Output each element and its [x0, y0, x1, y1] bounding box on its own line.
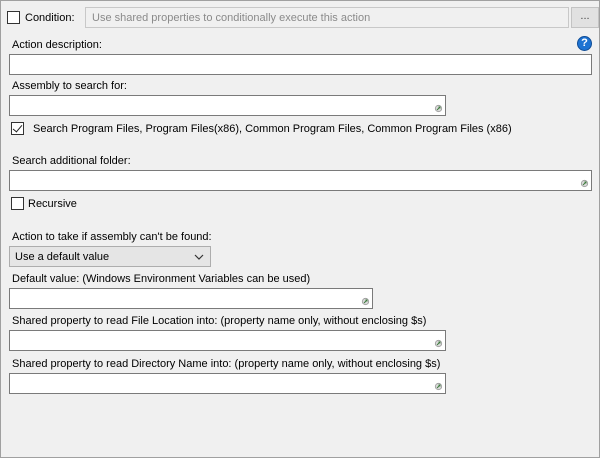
assembly-label: Assembly to search for: [12, 80, 127, 92]
recursive-checkbox[interactable] [11, 197, 24, 210]
action-properties-panel: Condition: Use shared properties to cond… [0, 0, 600, 458]
condition-placeholder: Use shared properties to conditionally e… [92, 12, 371, 24]
condition-input[interactable]: Use shared properties to conditionally e… [85, 7, 569, 28]
help-icon[interactable]: ? [577, 36, 592, 51]
resize-grip-icon[interactable] [580, 179, 589, 188]
file-location-property-label: Shared property to read File Location in… [12, 315, 427, 327]
action-description-label: Action description: [12, 39, 102, 51]
directory-name-property-input[interactable] [9, 373, 446, 394]
default-value-input[interactable] [9, 288, 373, 309]
resize-grip-icon[interactable] [434, 339, 443, 348]
search-additional-folder-input[interactable] [9, 170, 592, 191]
default-value-label: Default value: (Windows Environment Vari… [12, 273, 311, 285]
recursive-label: Recursive [28, 198, 77, 210]
file-location-property-input[interactable] [9, 330, 446, 351]
dropdown-selected-value: Use a default value [15, 251, 110, 263]
resize-grip-icon[interactable] [361, 297, 370, 306]
search-program-files-checkbox[interactable] [11, 122, 24, 135]
resize-grip-icon[interactable] [434, 382, 443, 391]
directory-name-property-label: Shared property to read Directory Name i… [12, 358, 441, 370]
search-additional-folder-label: Search additional folder: [12, 155, 131, 167]
resize-grip-icon[interactable] [434, 104, 443, 113]
condition-checkbox[interactable] [7, 11, 20, 24]
action-if-not-found-label: Action to take if assembly can't be foun… [12, 231, 212, 243]
condition-label: Condition: [25, 12, 75, 24]
chevron-down-icon [194, 254, 204, 260]
action-description-input[interactable] [9, 54, 592, 75]
condition-browse-button[interactable]: ... [571, 7, 599, 28]
action-if-not-found-dropdown[interactable]: Use a default value [9, 246, 211, 267]
search-program-files-label: Search Program Files, Program Files(x86)… [33, 123, 512, 135]
assembly-input[interactable] [9, 95, 446, 116]
